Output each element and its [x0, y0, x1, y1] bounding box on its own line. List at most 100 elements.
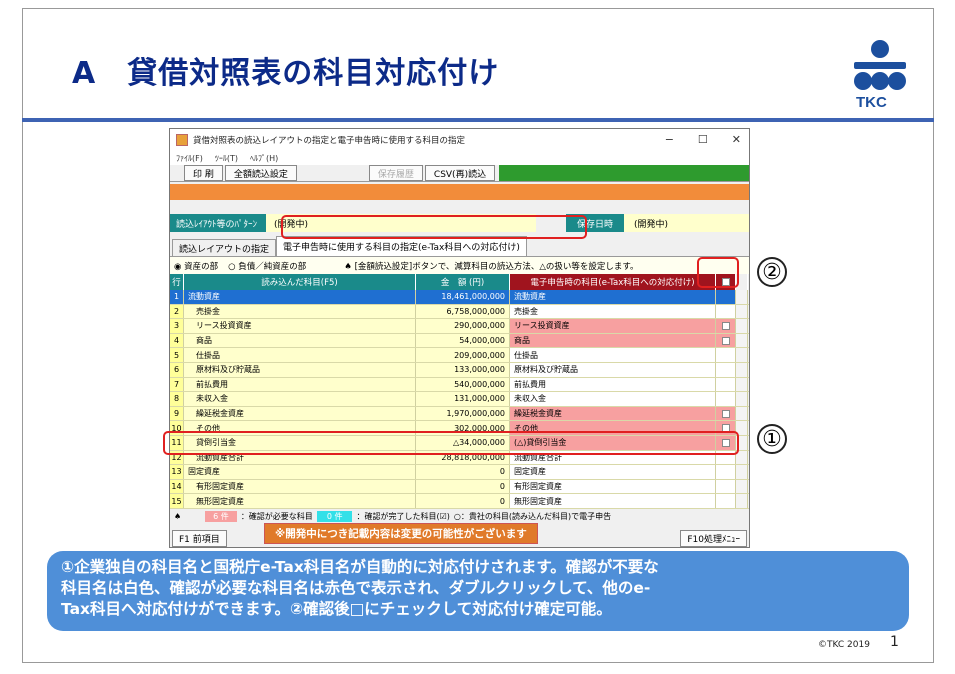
- table-row[interactable]: 8 未収入金 131,000,000 未収入金: [170, 392, 749, 407]
- row-etax-account[interactable]: 未収入金: [510, 392, 716, 406]
- row-number: 8: [170, 392, 184, 406]
- menu-help[interactable]: ﾍﾙﾌﾟ(H): [250, 153, 278, 164]
- row-confirm-cell[interactable]: [716, 377, 736, 392]
- row-amount: 540,000,000: [416, 377, 510, 392]
- row-etax-account[interactable]: 有形固定資産: [510, 479, 716, 494]
- table-row[interactable]: 14 有形固定資産 0 有形固定資産: [170, 479, 749, 495]
- row-confirm-checkbox[interactable]: [721, 321, 730, 330]
- scrollbar-track[interactable]: [736, 304, 748, 319]
- scrollbar-track[interactable]: [736, 465, 748, 479]
- table-row[interactable]: 9 繰延税金資産 1,970,000,000 繰延税金資産: [170, 406, 749, 422]
- row-etax-account[interactable]: 固定資産: [510, 465, 716, 479]
- row-amount: 18,461,000,000: [416, 290, 510, 304]
- table-row[interactable]: 13 固定資産 0 固定資産: [170, 465, 749, 480]
- row-confirm-cell[interactable]: [716, 333, 736, 348]
- legend-red-text: ：確認が必要な科目: [240, 512, 313, 522]
- logo-text: TKC: [856, 94, 887, 111]
- row-amount: 209,000,000: [416, 348, 510, 362]
- row-confirm-checkbox[interactable]: [721, 336, 730, 345]
- minimize-button[interactable]: −: [665, 133, 674, 146]
- callout-1: ①: [757, 424, 787, 454]
- row-confirm-cell[interactable]: [716, 406, 736, 421]
- row-amount: 6,758,000,000: [416, 304, 510, 319]
- tab-highlight-box: [281, 215, 587, 239]
- maximize-button[interactable]: ☐: [698, 133, 708, 146]
- close-button[interactable]: ✕: [732, 133, 741, 146]
- caption-line: ①企業独自の科目名と国税庁e-Tax科目名が自動的に対応付けされます。確認が不要…: [61, 558, 659, 576]
- row-account-name: 商品: [184, 333, 416, 348]
- tab-etax-mapping[interactable]: 電子申告時に使用する科目の指定(e-Tax科目への対応付け): [276, 236, 527, 256]
- row-etax-account[interactable]: 商品: [510, 333, 716, 348]
- row-account-name: 流動資産: [184, 290, 416, 304]
- row-confirm-cell[interactable]: [716, 392, 736, 406]
- row-confirm-cell[interactable]: [716, 362, 736, 377]
- scrollbar-track[interactable]: [736, 362, 748, 377]
- legend-cyan-text: ：確認が完了した科目(☑): [356, 512, 450, 522]
- table-row[interactable]: 7 前払費用 540,000,000 前払費用: [170, 377, 749, 393]
- scrollbar-track[interactable]: [736, 479, 748, 494]
- table-row[interactable]: 3 リース投資資産 290,000,000 リース投資資産: [170, 319, 749, 334]
- row-etax-account[interactable]: 仕掛品: [510, 348, 716, 362]
- save-history-button[interactable]: 保存履歴: [368, 165, 423, 181]
- page-title: A 貸借対照表の科目対応付け: [72, 56, 500, 91]
- table-row[interactable]: 5 仕掛品 209,000,000 仕掛品: [170, 348, 749, 363]
- row-amount: 290,000,000: [416, 319, 510, 333]
- row-etax-account[interactable]: 売掛金: [510, 304, 716, 319]
- row-amount: 0: [416, 494, 510, 508]
- row-etax-account[interactable]: 流動資産: [510, 290, 716, 304]
- scrollbar-track[interactable]: [736, 494, 748, 508]
- orange-band: [170, 184, 749, 200]
- tab-layout[interactable]: 読込レイアウトの指定: [172, 239, 277, 256]
- row-account-name: 未収入金: [184, 392, 416, 406]
- row-number: 6: [170, 362, 184, 377]
- scrollbar-track[interactable]: [736, 333, 748, 348]
- radio-assets[interactable]: ◉ 資産の部: [174, 260, 218, 272]
- row-highlight-box: [163, 431, 739, 455]
- row-account-name: 原材料及び貯蔵品: [184, 362, 416, 377]
- row-etax-account[interactable]: 原材料及び貯蔵品: [510, 362, 716, 377]
- scrollbar-track[interactable]: [736, 377, 748, 392]
- caption-line: 科目名は白色、確認が必要な科目名は赤色で表示され、ダブルクリックして、他のe-: [61, 579, 651, 597]
- menu-file[interactable]: ﾌｧｲﾙ(F): [176, 153, 203, 164]
- scrollbar-track[interactable]: [736, 406, 748, 421]
- f1-prev-button[interactable]: F1 前項目: [172, 529, 227, 547]
- app-icon: [176, 134, 188, 146]
- scrollbar-track[interactable]: [736, 319, 748, 333]
- row-etax-account[interactable]: 繰延税金資産: [510, 406, 716, 421]
- row-confirm-checkbox[interactable]: [721, 409, 730, 418]
- tkc-logo: TKC: [852, 40, 908, 111]
- toolbar-status-band: [499, 165, 749, 181]
- row-confirm-cell[interactable]: [716, 319, 736, 333]
- row-etax-account[interactable]: 無形固定資産: [510, 494, 716, 508]
- row-etax-account[interactable]: 前払費用: [510, 377, 716, 392]
- row-confirm-cell[interactable]: [716, 465, 736, 479]
- all-settings-button[interactable]: 全額読込設定: [224, 165, 297, 181]
- grid-header: 行 読み込んだ科目(F5) 金 額 (円) 電子申告時の科目(e-Tax科目への…: [170, 274, 749, 290]
- row-account-name: 無形固定資産: [184, 494, 416, 508]
- radio-liabilities[interactable]: ○ 負債／純資産の部: [228, 260, 306, 272]
- csv-reload-button[interactable]: CSV(再)読込: [424, 165, 496, 181]
- menu-tools[interactable]: ﾂｰﾙ(T): [215, 153, 238, 164]
- f10-menu-button[interactable]: F10処理ﾒﾆｭｰ: [680, 529, 747, 547]
- row-confirm-cell[interactable]: [716, 348, 736, 362]
- table-row[interactable]: 1 流動資産 18,461,000,000 流動資産: [170, 290, 749, 305]
- table-row[interactable]: 4 商品 54,000,000 商品: [170, 333, 749, 349]
- scrollbar-track[interactable]: [736, 392, 748, 406]
- row-etax-account[interactable]: リース投資資産: [510, 319, 716, 333]
- header-etax: 電子申告時の科目(e-Tax科目への対応付け): [510, 274, 716, 290]
- header-name[interactable]: 読み込んだ科目(F5): [184, 274, 416, 290]
- scrollbar-track[interactable]: [736, 290, 748, 304]
- print-button[interactable]: 印 刷: [184, 165, 223, 181]
- pattern-label: 読込ﾚｲｱｳﾄ等のﾊﾟﾀｰﾝ: [170, 214, 266, 232]
- scrollbar-track[interactable]: [736, 348, 748, 362]
- row-number: 2: [170, 304, 184, 319]
- table-row[interactable]: 15 無形固定資産 0 無形固定資産: [170, 494, 749, 509]
- table-row[interactable]: 2 売掛金 6,758,000,000 売掛金: [170, 304, 749, 320]
- row-confirm-cell[interactable]: [716, 290, 736, 304]
- row-confirm-cell[interactable]: [716, 494, 736, 508]
- row-confirm-cell[interactable]: [716, 304, 736, 319]
- row-number: 5: [170, 348, 184, 362]
- copyright: ©TKC 2019: [818, 640, 870, 650]
- table-row[interactable]: 6 原材料及び貯蔵品 133,000,000 原材料及び貯蔵品: [170, 362, 749, 378]
- row-confirm-cell[interactable]: [716, 479, 736, 494]
